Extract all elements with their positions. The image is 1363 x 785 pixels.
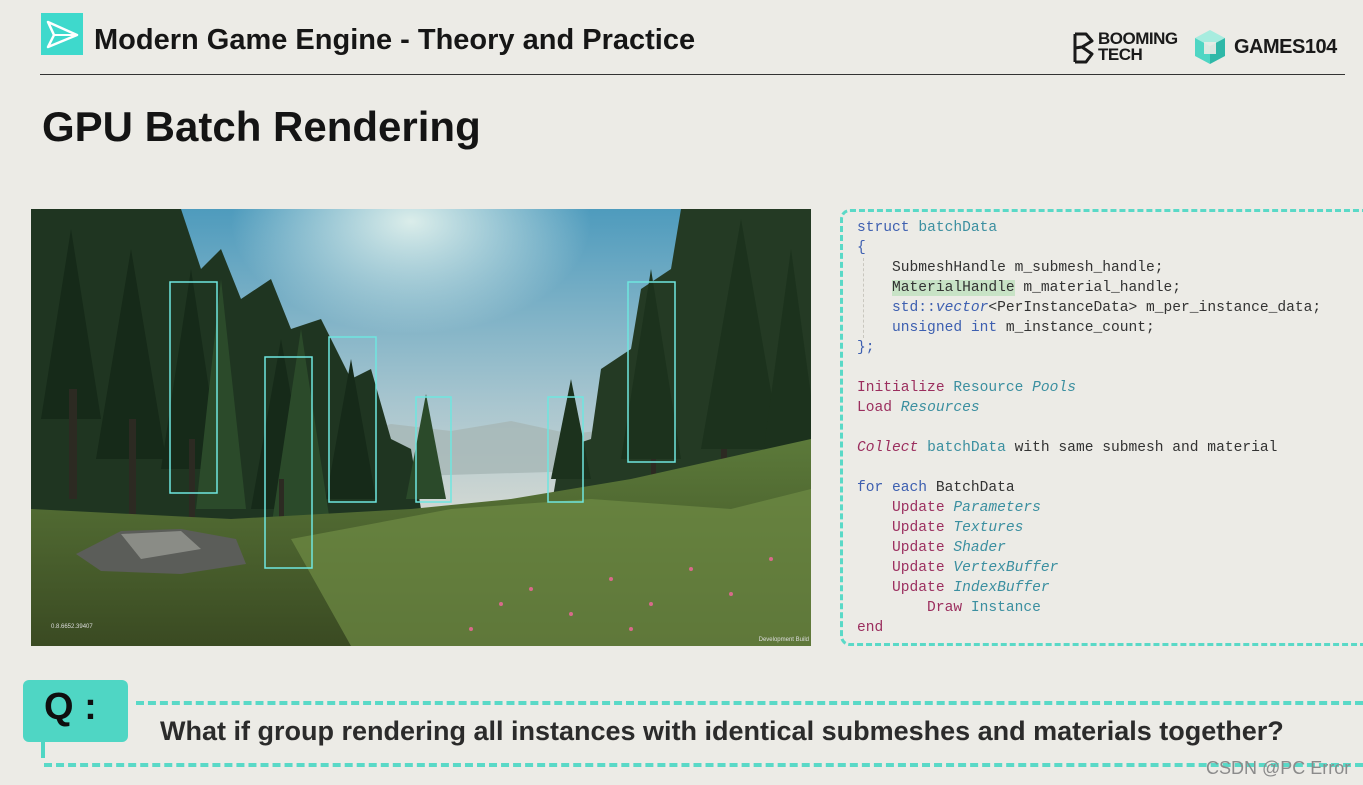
- code-token: vector: [935, 300, 989, 316]
- code-token: VertexBuffer: [953, 560, 1059, 576]
- code-line: Update IndexBuffer: [857, 578, 1321, 598]
- booming-logo-line2: TECH: [1098, 45, 1143, 64]
- code-token: Draw: [857, 600, 971, 616]
- scene-version-text: 0.8.6652.39407: [51, 624, 93, 630]
- code-token: Update: [857, 580, 954, 596]
- code-token: end: [857, 620, 884, 636]
- question-text: What if group rendering all instances wi…: [160, 716, 1284, 746]
- code-line: {: [857, 238, 1321, 258]
- code-token: BatchData: [935, 480, 1015, 496]
- code-token: batchData: [918, 220, 998, 236]
- code-token: Resource: [953, 380, 1033, 396]
- code-token: std::: [857, 300, 936, 316]
- code-token: Textures: [953, 520, 1024, 536]
- code-token: Update: [857, 500, 954, 516]
- code-token: Resources: [900, 400, 980, 416]
- code-token: with same submesh and material: [1014, 440, 1278, 456]
- code-token: Shader: [953, 540, 1006, 556]
- code-line: Update Textures: [857, 518, 1321, 538]
- code-line: Update Shader: [857, 538, 1321, 558]
- code-token: for each: [857, 480, 936, 496]
- code-line: Update VertexBuffer: [857, 558, 1321, 578]
- code-line: Load Resources: [857, 398, 1321, 418]
- code-line: Initialize Resource Pools: [857, 378, 1321, 398]
- booming-tech-logo: BOOMING TECH: [1072, 30, 1182, 66]
- code-token: m_instance_count;: [1005, 320, 1155, 336]
- code-token: Collect: [857, 440, 928, 456]
- code-token: <PerInstanceData> m_per_instance_data;: [988, 300, 1322, 316]
- code-token: batchData: [927, 440, 1015, 456]
- slide-title: GPU Batch Rendering: [42, 103, 481, 150]
- code-token: unsigned int: [857, 320, 1006, 336]
- forest-scene-image: 0.8.6652.39407 Development Build: [31, 209, 811, 646]
- course-logo-icon: [41, 13, 83, 55]
- cube-icon: [1192, 28, 1228, 71]
- code-token: MaterialHandle: [892, 280, 1015, 296]
- code-token: Parameters: [953, 500, 1041, 516]
- code-line: unsigned int m_instance_count;: [857, 318, 1321, 338]
- code-line: Collect batchData with same submesh and …: [857, 438, 1321, 458]
- code-token: Pools: [1032, 380, 1076, 396]
- code-token: struct: [857, 220, 919, 236]
- booming-b-icon: [1072, 32, 1096, 64]
- code-token: Update: [857, 560, 954, 576]
- games104-logo-text: GAMES104: [1234, 36, 1337, 58]
- code-token: Update: [857, 520, 954, 536]
- code-line: MaterialHandle m_material_handle;: [857, 278, 1321, 298]
- question-label: Q :: [44, 686, 97, 728]
- code-line: struct batchData: [857, 218, 1321, 238]
- code-token: SubmeshHandle m_submesh_handle;: [857, 260, 1164, 276]
- header-divider: [40, 74, 1345, 75]
- code-token: IndexBuffer: [953, 580, 1050, 596]
- code-line: Draw Instance: [857, 598, 1321, 618]
- header-title: Modern Game Engine - Theory and Practice: [94, 24, 696, 56]
- code-token: Update: [857, 540, 954, 556]
- question-border-bottom: [44, 763, 1363, 767]
- pseudo-code-block: struct batchData { SubmeshHandle m_submes…: [857, 218, 1321, 638]
- code-line: };: [857, 338, 1321, 358]
- code-token: {: [857, 240, 866, 256]
- watermark-text: CSDN @PC Error: [1206, 758, 1351, 778]
- code-line: for each BatchData: [857, 478, 1321, 498]
- question-border-top: [136, 701, 1363, 705]
- scene-build-text: Development Build: [758, 637, 809, 643]
- code-line: SubmeshHandle m_submesh_handle;: [857, 258, 1321, 278]
- code-token: Instance: [970, 600, 1041, 616]
- question-badge-stem: [41, 740, 45, 758]
- code-token: Load: [857, 400, 901, 416]
- code-token: Initialize: [857, 380, 954, 396]
- code-line: std::vector<PerInstanceData> m_per_insta…: [857, 298, 1321, 318]
- code-token: };: [857, 340, 875, 356]
- code-line: Update Parameters: [857, 498, 1321, 518]
- games104-logo: GAMES104: [1192, 28, 1352, 66]
- code-line: end: [857, 618, 1321, 638]
- code-token: m_material_handle;: [1014, 280, 1182, 296]
